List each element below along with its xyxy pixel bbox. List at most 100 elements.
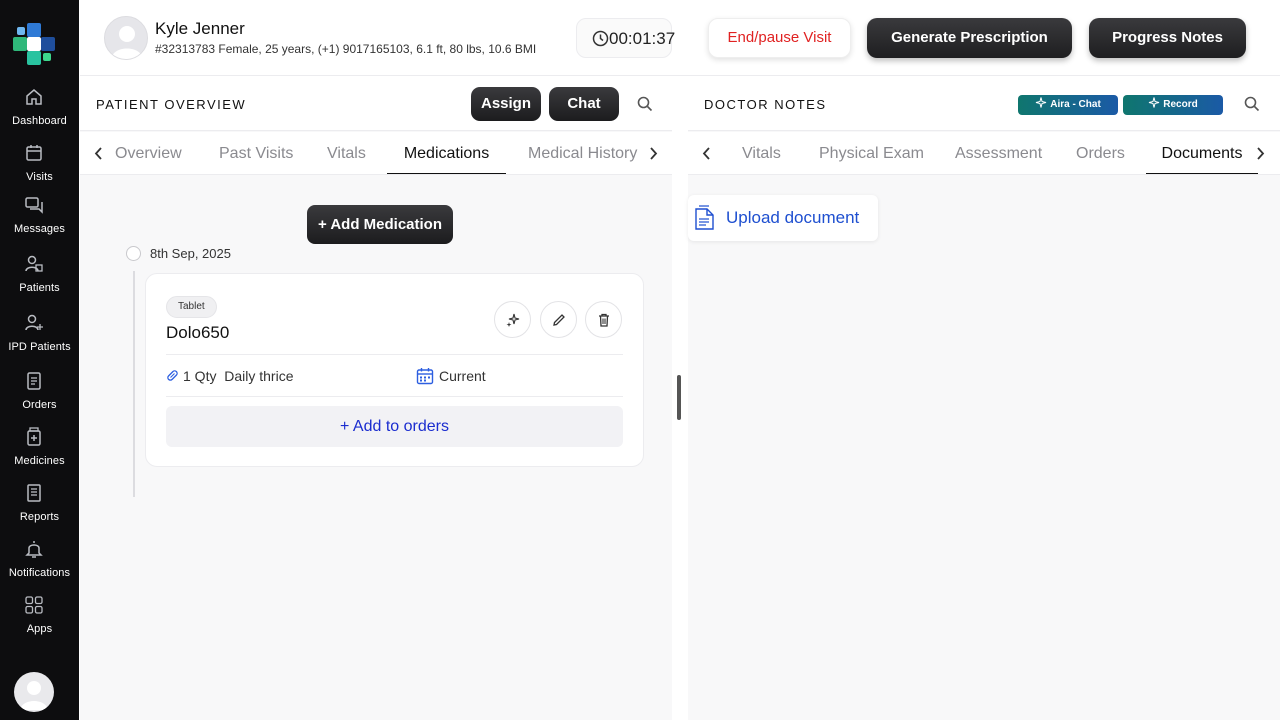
sidebar-item-label: Visits — [26, 171, 53, 183]
search-icon[interactable] — [635, 94, 655, 114]
tab-assessment[interactable]: Assessment — [955, 132, 1042, 174]
home-icon — [26, 89, 42, 105]
messages-icon — [25, 197, 43, 214]
sidebar-item-apps[interactable]: Apps — [0, 595, 79, 647]
calendar-icon — [26, 145, 42, 161]
sparkle-icon — [506, 313, 520, 327]
sidebar-item-orders[interactable]: Orders — [0, 371, 79, 423]
sidebar-item-label: Messages — [14, 223, 65, 235]
sparkle-icon — [1036, 97, 1047, 108]
upload-document-button[interactable]: Upload document — [688, 195, 878, 241]
record-label: Record — [1163, 99, 1198, 110]
panel-title: PATIENT OVERVIEW — [96, 97, 247, 112]
add-medication-button[interactable]: + Add Medication — [307, 205, 453, 244]
sidebar-item-reports[interactable]: Reports — [0, 483, 79, 535]
sidebar-item-label: Medicines — [14, 455, 65, 467]
tab-vitals[interactable]: Vitals — [742, 132, 781, 174]
generate-prescription-button[interactable]: Generate Prescription — [867, 18, 1072, 58]
sidebar-item-label: Apps — [26, 623, 53, 635]
aira-chat-button[interactable]: Aira - Chat — [1018, 95, 1118, 115]
sidebar-item-label: Patients — [19, 282, 60, 294]
pill-link-icon — [167, 370, 178, 381]
reports-icon — [27, 484, 41, 502]
document-upload-icon — [695, 205, 714, 230]
patient-tabs: Overview Past Visits Vitals Medications … — [80, 132, 672, 175]
pencil-icon — [553, 314, 565, 326]
chevron-right-icon[interactable] — [1252, 132, 1268, 175]
sidebar-item-label: Reports — [19, 511, 60, 523]
sidebar-item-label: Dashboard — [12, 115, 67, 127]
user-avatar-icon — [20, 681, 48, 710]
timeline-dot — [126, 246, 141, 261]
medication-dose-text: 1 Qty Daily thrice — [183, 368, 294, 384]
medication-card: Tablet Dolo650 1 Qty Daily thrice Curren… — [145, 273, 644, 467]
patient-avatar-icon — [111, 26, 143, 59]
progress-notes-button[interactable]: Progress Notes — [1089, 18, 1246, 58]
patient-avatar — [104, 16, 148, 60]
chevron-right-icon[interactable] — [645, 132, 661, 175]
patient-details: #32313783 Female, 25 years, (+1) 9017165… — [155, 42, 537, 56]
timeline-line — [133, 271, 135, 497]
sidebar-item-label: IPD Patients — [8, 341, 71, 353]
tab-overview[interactable]: Overview — [115, 132, 182, 174]
tab-medical-history[interactable]: Medical History — [528, 132, 637, 174]
trash-icon — [599, 313, 609, 327]
tab-past-visits[interactable]: Past Visits — [219, 132, 293, 174]
patient-name: Kyle Jenner — [155, 19, 245, 38]
orders-icon — [27, 372, 41, 390]
clock-icon — [592, 30, 609, 47]
timeline-date: 8th Sep, 2025 — [150, 246, 231, 261]
sidebar-item-ipd-patients[interactable]: IPD Patients — [0, 313, 79, 365]
medication-status-text: Current — [439, 368, 486, 384]
chevron-left-icon[interactable] — [699, 132, 715, 175]
upload-document-label: Upload document — [726, 208, 860, 227]
card-divider — [166, 354, 623, 355]
user-avatar[interactable] — [14, 672, 54, 712]
ipd-patients-icon — [25, 314, 43, 331]
aira-chat-label: Aira - Chat — [1050, 99, 1101, 110]
search-icon[interactable] — [1242, 94, 1262, 114]
sidebar-item-medicines[interactable]: Medicines — [0, 427, 79, 479]
sidebar-item-visits[interactable]: Visits — [0, 143, 79, 195]
chevron-left-icon[interactable] — [91, 132, 107, 175]
tab-orders[interactable]: Orders — [1076, 132, 1125, 174]
tab-documents[interactable]: Documents — [1146, 132, 1258, 174]
medicines-icon — [27, 427, 41, 446]
medication-form-badge: Tablet — [166, 296, 217, 318]
sidebar-item-label: Orders — [22, 399, 57, 411]
edit-medication-button[interactable] — [540, 301, 577, 338]
medication-status: Current — [416, 367, 486, 385]
sidebar-item-notifications[interactable]: Notifications — [0, 539, 79, 591]
calendar-icon — [416, 368, 434, 385]
tab-medications[interactable]: Medications — [387, 132, 506, 174]
sidebar-item-dashboard[interactable]: Dashboard — [0, 87, 79, 139]
patients-icon — [25, 255, 43, 272]
add-to-orders-button[interactable]: + Add to orders — [166, 406, 623, 447]
ai-sparkle-button[interactable] — [494, 301, 531, 338]
end-pause-visit-button[interactable]: End/pause Visit — [708, 18, 851, 58]
visit-header: Kyle Jenner #32313783 Female, 25 years, … — [80, 0, 1280, 76]
doctor-notes-tabs: Vitals Physical Exam Assessment Orders D… — [688, 132, 1280, 175]
assign-button[interactable]: Assign — [471, 87, 541, 121]
bell-icon — [25, 541, 43, 558]
sparkle-icon — [1149, 97, 1160, 108]
sidebar: Dashboard Visits Messages Patients IPD P… — [0, 0, 79, 720]
medication-dose: 1 Qty Daily thrice — [166, 368, 293, 384]
medication-name: Dolo650 — [166, 323, 230, 342]
tab-vitals[interactable]: Vitals — [327, 132, 366, 174]
sidebar-item-patients[interactable]: Patients — [0, 254, 79, 306]
sidebar-item-messages[interactable]: Messages — [0, 195, 79, 247]
timer-value: 00:01:37 — [609, 29, 676, 48]
patient-overview-panel: PATIENT OVERVIEW Assign Chat Overview Pa… — [80, 77, 672, 720]
patient-overview-header: PATIENT OVERVIEW Assign Chat — [80, 77, 672, 131]
chat-button[interactable]: Chat — [549, 87, 619, 121]
app-logo-icon — [13, 23, 55, 65]
sidebar-item-label: Notifications — [8, 567, 71, 579]
record-button[interactable]: Record — [1123, 95, 1223, 115]
doctor-notes-panel: DOCTOR NOTES Aira - Chat Record Vitals P… — [688, 77, 1280, 720]
tab-physical-exam[interactable]: Physical Exam — [819, 132, 924, 174]
panel-title: DOCTOR NOTES — [704, 97, 827, 112]
card-divider — [166, 396, 623, 397]
delete-medication-button[interactable] — [585, 301, 622, 338]
panel-resize-handle[interactable] — [677, 375, 681, 420]
